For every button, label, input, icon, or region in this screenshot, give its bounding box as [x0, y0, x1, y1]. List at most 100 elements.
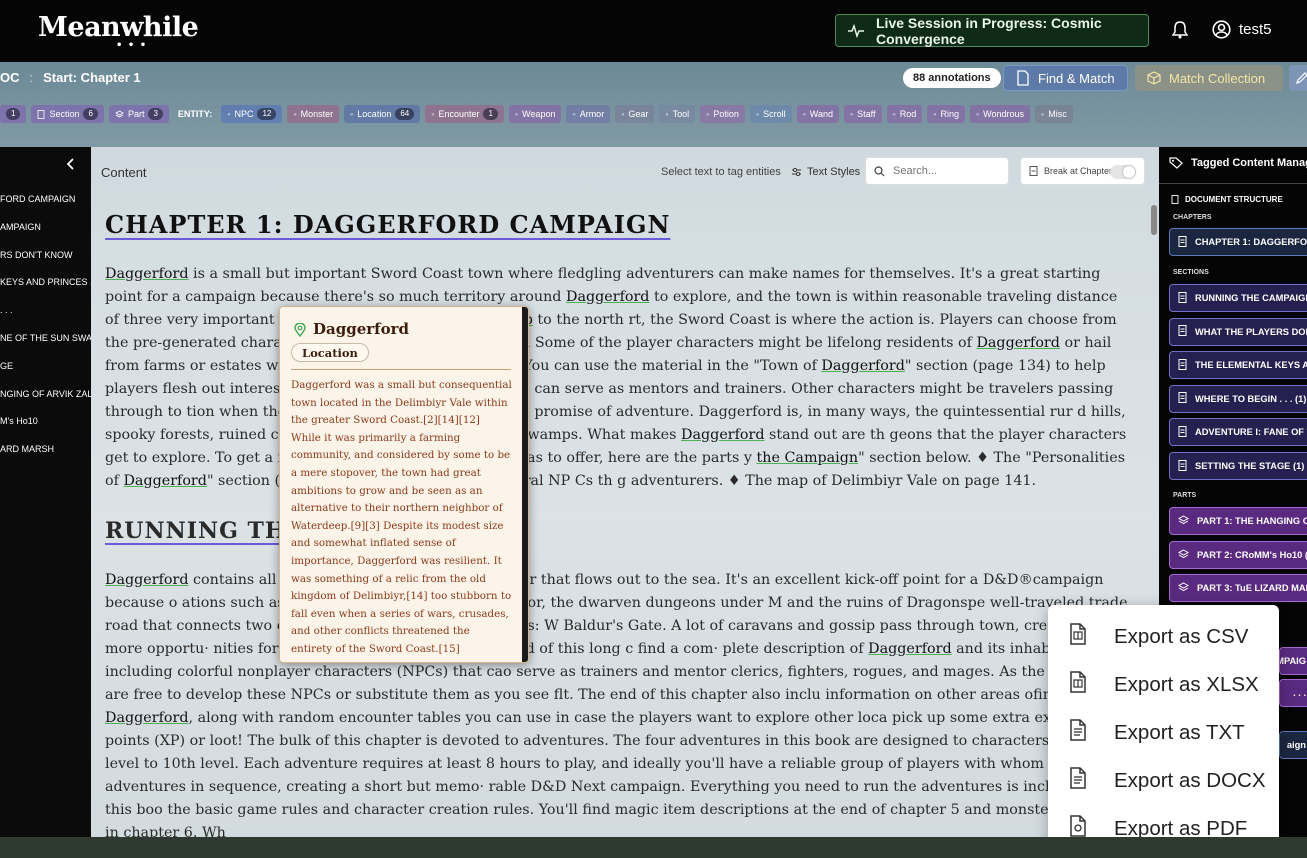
entity-type-icon: ◦ — [431, 109, 435, 119]
bell-icon[interactable] — [1171, 21, 1189, 44]
tag-hint: Select text to tag entities — [661, 166, 781, 178]
tagged-entity[interactable]: the Campaign — [757, 450, 859, 466]
document-icon — [1178, 235, 1187, 249]
structure-item-label: PART 3: TuE LIZARD MARSH — [1197, 583, 1307, 594]
outline-item[interactable]: AMPAIGN — [0, 222, 91, 250]
structure-item-part[interactable]: PART 3: TuE LIZARD MARSH — [1169, 574, 1307, 603]
tag-chip-location[interactable]: ◦ Location 64 — [344, 105, 421, 123]
search-input[interactable] — [891, 164, 1001, 178]
section-heading[interactable]: RUNNING THE — [105, 511, 1135, 551]
text-styles-button[interactable]: Text Styles — [791, 166, 860, 178]
export-option-txt[interactable]: Export as TXT — [1048, 709, 1279, 757]
find-match-button[interactable]: Find & Match — [1003, 65, 1128, 91]
tagged-entity[interactable]: Daggerford — [566, 289, 649, 305]
structure-item-part[interactable]: PART 1: THE HANGING OF — [1169, 507, 1307, 535]
live-session-button[interactable]: Live Session in Progress: Cosmic Converg… — [835, 14, 1149, 47]
tag-chip-section[interactable]: Section 6 — [31, 105, 104, 123]
tag-label: Part — [127, 109, 145, 119]
structure-item-sec[interactable]: ADVENTURE I: FANE OF THE — [1169, 418, 1307, 447]
tag-chip-gear[interactable]: ◦ Gear — [615, 105, 655, 123]
chevron-left-icon[interactable] — [66, 157, 76, 171]
outline-item[interactable]: ARD MARSH — [0, 444, 91, 472]
structure-item-part[interactable]: PART 2: CRoMM's Ho10 (1) — [1169, 540, 1307, 569]
outline-item[interactable]: KEYS AND PRINCES ... — [0, 277, 91, 305]
tag-chip-wand[interactable]: ◦ Wand — [796, 105, 839, 123]
text-run: by the promise of adventure. Daggerford … — [480, 404, 1073, 420]
xlsx-file-icon — [1068, 671, 1088, 699]
match-collection-button[interactable]: Match Collection — [1135, 65, 1283, 91]
edit-button[interactable] — [1289, 65, 1307, 91]
tagged-content-manager-title: Tagged Content Manager — [1191, 157, 1307, 169]
tagged-entity[interactable]: Daggerford — [105, 710, 188, 726]
tag-chip-misc[interactable]: ◦ Misc — [1035, 105, 1073, 123]
entity-type-icon: ◦ — [621, 109, 625, 119]
tag-chip-ring[interactable]: ◦ Ring — [927, 105, 965, 123]
tag-chip-armor[interactable]: ◦ Armor — [566, 105, 611, 123]
tag-chip-scroll[interactable]: ◦ Scroll — [749, 105, 792, 123]
toggle-switch[interactable] — [1110, 165, 1136, 179]
text-styles-label: Text Styles — [807, 166, 861, 178]
chapters-label: CHAPTERS — [1173, 214, 1212, 221]
tag-chip-wondrous[interactable]: ◦ Wondrous — [969, 105, 1031, 123]
tag-count: 1 — [6, 108, 21, 120]
logo[interactable]: Meanwhile • • • — [38, 12, 199, 51]
content-scrollbar[interactable] — [1151, 205, 1157, 235]
content-toolbar: Content Select text to tag entities Text… — [91, 147, 1159, 197]
structure-item-sec[interactable]: THE ELEMENTAL KEYS AND — [1169, 351, 1307, 380]
tagged-entity[interactable]: Daggerford — [681, 427, 764, 443]
tag-chip-part[interactable]: Part 3 — [108, 105, 169, 123]
break-at-chapter-toggle[interactable]: Break at Chapter — [1020, 157, 1145, 185]
tag-chip-staff[interactable]: ◦ Staff — [843, 105, 882, 123]
tag-chip-rod[interactable]: ◦ Rod — [886, 105, 923, 123]
tagged-entity[interactable]: Daggerford — [123, 473, 206, 489]
structure-item-sec[interactable]: WHERE TO BEGIN . . . (1) — [1169, 384, 1307, 413]
tagged-entity[interactable]: Daggerford — [976, 335, 1059, 351]
outline-item[interactable]: GE — [0, 361, 91, 389]
tagged-entity[interactable]: Daggerford — [105, 572, 188, 588]
tag-chip-chapter[interactable]: 1 — [0, 105, 27, 123]
structure-item-chap[interactable]: CHAPTER 1: DAGGERFORD — [1169, 228, 1307, 256]
export-option-xlsx[interactable]: Export as XLSX — [1048, 661, 1279, 709]
tag-chip-npc[interactable]: ◦ NPC 12 — [221, 105, 283, 123]
outline-item[interactable]: RS DON'T KNOW — [0, 250, 91, 278]
paragraph[interactable]: Daggerford contains all the ent built on… — [105, 569, 1135, 837]
outline-item[interactable]: NGING OF ARVIK ZALT — [0, 389, 91, 417]
paragraph[interactable]: Daggerford is a small but important Swor… — [105, 263, 1135, 493]
tag-chip-tool[interactable]: ◦ Tool — [659, 105, 696, 123]
structure-item-sec[interactable]: RUNNING THE CAMPAIGN — [1169, 284, 1307, 312]
tagged-entity[interactable]: Daggerford — [868, 641, 951, 657]
structure-item-partial[interactable]: . . . — [1279, 679, 1307, 707]
tag-chip-monster[interactable]: ◦ Monster — [287, 105, 340, 123]
structure-item-label: RUNNING THE CAMPAIGN — [1195, 293, 1307, 303]
tag-chip-weapon[interactable]: ◦ Weapon — [508, 105, 562, 123]
tag-chip-potion[interactable]: ◦ Potion — [700, 105, 745, 123]
entity-type-icon: ◦ — [755, 109, 760, 119]
document-body: CHAPTER 1: DAGGERFORD CAMPAIGN Daggerfor… — [105, 205, 1135, 837]
outline-item[interactable]: . . . — [0, 305, 91, 333]
structure-item-partial[interactable]: aign — [1279, 731, 1307, 759]
structure-item-sec[interactable]: WHAT THE PLAYERS DON'T — [1169, 317, 1307, 346]
structure-item-partial[interactable]: MPAIG — [1279, 647, 1307, 675]
tag-label: Armor — [579, 109, 605, 119]
export-option-docx[interactable]: Export as DOCX — [1048, 757, 1279, 805]
chapter-heading[interactable]: CHAPTER 1: DAGGERFORD CAMPAIGN — [105, 205, 1135, 245]
outline-item[interactable]: M's Ho10 — [0, 416, 91, 444]
text-run: stand out are th — [764, 427, 885, 443]
search-icon — [874, 165, 885, 176]
outline-item[interactable]: NE OF THE SUN SWA... — [0, 333, 91, 361]
structure-item-label: THE ELEMENTAL KEYS AND — [1195, 360, 1307, 371]
structure-item-sec[interactable]: SETTING THE STAGE (1) — [1169, 452, 1307, 480]
entity-type-icon: ◦ — [227, 109, 231, 119]
tag-label: Weapon — [522, 109, 556, 119]
document-icon — [1171, 195, 1179, 204]
popover-scrollbar[interactable] — [522, 307, 528, 662]
tagged-entity[interactable]: Daggerford — [821, 358, 904, 374]
text-run: Some of the player characters might be l… — [534, 335, 977, 351]
user-menu[interactable]: test5 — [1212, 20, 1272, 39]
structure-item-label: . . . — [1293, 688, 1306, 698]
tag-chip-encounter[interactable]: ◦ Encounter 1 — [425, 105, 504, 123]
outline-item[interactable]: FORD CAMPAIGN — [0, 194, 91, 222]
tagged-entity[interactable]: Daggerford — [105, 266, 188, 282]
content-panel: Content Select text to tag entities Text… — [91, 147, 1159, 837]
export-option-csv[interactable]: Export as CSV — [1048, 613, 1279, 661]
